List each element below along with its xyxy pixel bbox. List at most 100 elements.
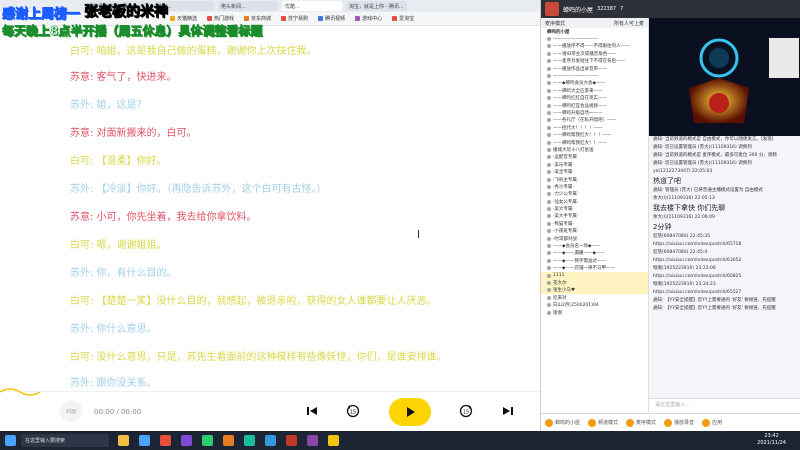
list-item[interactable]: 播城大玩十八打星送 [541, 146, 648, 153]
chat-message[interactable]: https://aixiaxi.com/index/post/id/63052 [649, 257, 800, 265]
list-item[interactable]: ·飞机主专属· [541, 176, 648, 183]
chat-message[interactable]: https://aixiaxi.com/index/post/id/65527 [649, 289, 800, 297]
chat-toolbar-button[interactable]: 播放录音 [664, 418, 694, 427]
list-item[interactable]: ·秀沙专属· [541, 183, 648, 190]
chat-toolbar-button[interactable]: 应用 [702, 418, 722, 427]
script-line: 白可: 嗯，谢谢姐姐。 [70, 240, 167, 251]
chat-message[interactable]: 通知: 当前频道的模式是 麦序模式，最多可麦位 300 分，调频 [649, 152, 800, 160]
chat-message[interactable]: 热道了吧 [649, 176, 800, 187]
chat-message[interactable]: 我去楼下拿快 你们先聊 [649, 203, 800, 214]
list-item[interactable]: ·美乐专属· [541, 161, 648, 168]
play-button[interactable] [389, 398, 431, 426]
script-line: 苏意: 客气了，快进来。 [70, 72, 177, 83]
chat-message[interactable]: 余大(l)(11109316) 22:05:13 [649, 195, 800, 203]
app-icon[interactable] [160, 435, 171, 446]
list-item[interactable]: ·仙女公专属· [541, 198, 648, 205]
list-item[interactable]: 谢谢 [541, 309, 648, 316]
taskbar-search[interactable]: 在这里输入要搜索 [21, 434, 109, 447]
list-item[interactable]: ——蝉鸣红宜会品视频—— [541, 102, 648, 109]
list-item[interactable]: ·美大专属· [541, 205, 648, 212]
chat-message[interactable]: 2分钟 [649, 222, 800, 233]
list-item[interactable]: ——蝉鸣大全应景来—— [541, 87, 648, 94]
list-title[interactable]: 蝉鸣的小屋 [541, 28, 648, 35]
list-item[interactable]: ——◆——店铺一律不马甲—— [541, 265, 648, 272]
list-item[interactable]: ——◆——我字需准达—— [541, 257, 648, 264]
chat-message[interactable]: 通知: 当前频道的模式是 自由模式，你可以随便发言。[发现] [649, 136, 800, 144]
chat-message-list: 通知: 当前频道的模式是 自由模式，你可以随便发言。[发现] 通知: 您已设置管理… [649, 136, 800, 398]
forward-15-button[interactable]: 15 [459, 404, 473, 418]
list-bullet-icon [547, 110, 551, 115]
list-item[interactable]: ·美大手专属· [541, 213, 648, 220]
app-icon[interactable] [307, 435, 318, 446]
chat-toolbar-button[interactable]: 频道模式 [588, 418, 618, 427]
chat-message[interactable]: 通知: 您已设置管理员 (苏大)(11109316) 调频到 [649, 144, 800, 152]
chat-message[interactable]: 通知: 【YY安全提醒】您YY上需要通的 '好友' 要接链、先提醒 [649, 305, 800, 313]
list-item[interactable]: ——播放作品出录音带—— [541, 65, 648, 72]
app-icon[interactable] [286, 435, 297, 446]
next-track-button[interactable] [501, 404, 515, 418]
list-item[interactable]: ——麦序为发短住下不得在背后—— [541, 58, 648, 65]
list-item[interactable]: ·时常都对战· [541, 235, 648, 242]
toolbar-icon [702, 418, 711, 427]
script-line: 苏外: 你，有什么目的。 [70, 268, 177, 279]
list-item[interactable]: ·熊猫专属· [541, 220, 648, 227]
list-item[interactable]: ——◆——漏撇——◆—— [541, 250, 648, 257]
chat-message[interactable]: 慨慨(1925223916) 23:24:23 [649, 281, 800, 289]
list-item[interactable]: ——各礼厅（在私开唱吧）—— [541, 117, 648, 124]
windows-start-icon[interactable] [5, 435, 16, 446]
app-icon[interactable] [223, 435, 234, 446]
list-item[interactable]: ——◆会员名一场◆—— [541, 242, 648, 249]
chat-message[interactable]: 余大(l)(11109316) 22:06:09 [649, 214, 800, 222]
script-line: 苏意: 对面新搬来的，白可。 [70, 128, 197, 139]
list-bullet-icon [547, 96, 551, 101]
chat-toolbar-button[interactable]: 蝉鸣的小屋 [545, 418, 580, 427]
chat-input[interactable]: 请在这里输入... [649, 398, 800, 413]
list-item[interactable]: 向山2月(2500201)04 [541, 301, 648, 308]
list-item[interactable]: ——蝉鸣帮我红大！！！—— [541, 131, 648, 138]
folder-icon[interactable] [118, 435, 129, 446]
system-clock[interactable]: 23:42 2021/11/24 [757, 433, 786, 447]
app-icon[interactable] [328, 435, 339, 446]
chat-message[interactable]: 通知: 您已设置管理员 (苏大)(11109316) 调频到 [649, 160, 800, 168]
list-item[interactable]: 1111 [541, 271, 648, 280]
app-icon[interactable] [202, 435, 213, 446]
list-item[interactable]: 吃来对 [541, 294, 648, 301]
list-item[interactable]: ·力少公专属· [541, 191, 648, 198]
list-item[interactable]: ——请ID带主次或播音角色—— [541, 50, 648, 57]
list-item[interactable]: ——蝉鸣升级自然一—— [541, 109, 648, 116]
chat-message[interactable]: ya(1212273447) 22:05:03 [649, 168, 800, 176]
list-item[interactable]: —————————— [541, 35, 648, 42]
list-item[interactable]: ——蝉鸣红红自在现实—— [541, 95, 648, 102]
list-item[interactable]: 张生小马♥ [541, 286, 648, 295]
chat-message[interactable]: 通知: 【YY安全提醒】您YY上需要通的 '好友' 要接链、先提醒 [649, 297, 800, 305]
chat-message[interactable]: 狂怒(60847080) 22:45:4 [649, 249, 800, 257]
chat-message[interactable]: https://aixiaxi.com/index/post/id/65718 [649, 241, 800, 249]
list-item[interactable]: ——招代大！！！！—— [541, 124, 648, 131]
app-icon[interactable] [181, 435, 192, 446]
track-cover[interactable]: 封面 [60, 400, 82, 422]
chat-message[interactable]: 慨慨(1925223916) 23:23:06 [649, 265, 800, 273]
list-item[interactable]: ——蝉鸣帮我红大！！—— [541, 139, 648, 146]
chat-message[interactable]: 通知: 管理员 (苏大) 已将普通主播模式设置为 自由模式 [649, 187, 800, 195]
chat-message[interactable]: 狂怒(60847080) 22:45:35 [649, 233, 800, 241]
chat-toolbar-button[interactable]: 麦序模式 [626, 418, 656, 427]
browser-icon[interactable] [139, 435, 150, 446]
list-item[interactable]: ·美宝专属· [541, 168, 648, 175]
previous-track-button[interactable] [305, 404, 319, 418]
rewind-15-button[interactable]: 15 [346, 404, 360, 418]
list-item[interactable]: ——◆蝉鸣会员大会◆—— [541, 80, 648, 87]
screen: 的语音转换工具... 酷狗... 佬头新闻... 优酷... 淘宝，就是上你 -… [0, 0, 800, 450]
app-icon[interactable] [265, 435, 276, 446]
bookmark-item[interactable]: 爱淘宝 [392, 15, 414, 22]
script-line: 苏外: 你什么意思。 [70, 324, 157, 335]
list-item[interactable]: 花大尔 [541, 279, 648, 287]
app-icon[interactable] [244, 435, 255, 446]
channel-avatar[interactable] [545, 2, 559, 16]
list-item[interactable]: ——播放序不得——不得跟住何人—— [541, 43, 648, 50]
list-item[interactable]: ·运配音专属· [541, 154, 648, 161]
live-video-preview[interactable] [649, 18, 800, 136]
chat-message[interactable]: https://aixiaxi.com/index/post/id/60825 [649, 273, 800, 281]
list-item[interactable]: —————————— [541, 72, 648, 79]
list-bullet-icon [547, 177, 551, 182]
list-item[interactable]: ·小夜班专属· [541, 228, 648, 235]
